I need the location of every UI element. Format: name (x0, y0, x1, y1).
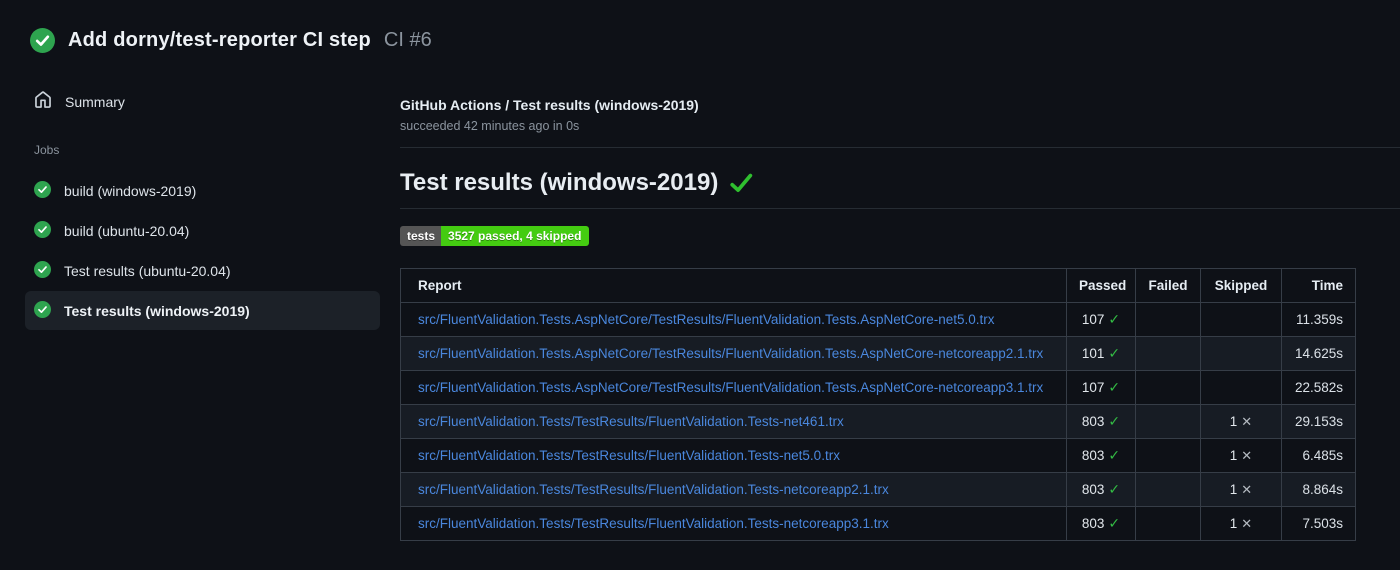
table-row: src/FluentValidation.Tests/TestResults/F… (400, 438, 1356, 473)
sidebar-job-item[interactable]: Test results (ubuntu-20.04) (25, 251, 380, 290)
report-file-link[interactable]: src/FluentValidation.Tests/TestResults/F… (418, 448, 840, 463)
time-cell: 22.582s (1281, 370, 1356, 405)
time-cell: 7.503s (1281, 506, 1356, 541)
table-header-row: Report Passed Failed Skipped Time (400, 268, 1356, 303)
test-results-table: Report Passed Failed Skipped Time src/Fl… (400, 268, 1356, 541)
job-list: build (windows-2019) build (ubuntu-20.04… (25, 171, 380, 330)
job-label: Test results (windows-2019) (64, 302, 250, 319)
success-check-icon (730, 173, 753, 193)
home-icon (34, 90, 52, 114)
column-header-skipped: Skipped (1200, 268, 1282, 303)
run-header: Add dorny/test-reporter CI step CI #6 (0, 0, 1400, 53)
report-file-link[interactable]: src/FluentValidation.Tests/TestResults/F… (418, 414, 844, 429)
sidebar: Summary Jobs build (windows-2019) build … (0, 53, 400, 331)
failed-cell (1135, 336, 1201, 371)
sidebar-job-item[interactable]: build (windows-2019) (25, 171, 380, 210)
check-run-status: succeeded 42 minutes ago in 0s (400, 119, 580, 133)
failed-cell (1135, 472, 1201, 507)
report-file-link[interactable]: src/FluentValidation.Tests/TestResults/F… (418, 482, 889, 497)
skipped-cell (1200, 370, 1282, 405)
sidebar-job-item[interactable]: Test results (windows-2019) (25, 291, 380, 330)
success-check-circle-icon (30, 28, 55, 53)
time-cell: 11.359s (1281, 302, 1356, 337)
sidebar-job-item[interactable]: build (ubuntu-20.04) (25, 211, 380, 250)
skipped-cell: 1 ✕ (1200, 472, 1282, 507)
skipped-cell: 1 ✕ (1200, 506, 1282, 541)
passed-cell: 803 ✓ (1066, 438, 1136, 473)
column-header-time: Time (1281, 268, 1356, 303)
time-cell: 14.625s (1281, 336, 1356, 371)
tests-badge-label: tests (400, 226, 442, 246)
failed-cell (1135, 302, 1201, 337)
table-row: src/FluentValidation.Tests.AspNetCore/Te… (400, 370, 1356, 405)
table-row: src/FluentValidation.Tests.AspNetCore/Te… (400, 302, 1356, 337)
tests-badge: tests 3527 passed, 4 skipped (400, 226, 590, 246)
time-cell: 29.153s (1281, 404, 1356, 439)
column-header-passed: Passed (1066, 268, 1136, 303)
success-check-circle-icon (34, 260, 51, 281)
table-row: src/FluentValidation.Tests/TestResults/F… (400, 506, 1356, 541)
failed-cell (1135, 370, 1201, 405)
success-check-circle-icon (34, 300, 51, 321)
report-file-link[interactable]: src/FluentValidation.Tests.AspNetCore/Te… (418, 346, 1043, 361)
report-title-row: Test results (windows-2019) (400, 169, 1400, 209)
report-file-link[interactable]: src/FluentValidation.Tests/TestResults/F… (418, 516, 889, 531)
table-row: src/FluentValidation.Tests.AspNetCore/Te… (400, 336, 1356, 371)
table-row: src/FluentValidation.Tests/TestResults/F… (400, 404, 1356, 439)
main-content: GitHub Actions / Test results (windows-2… (400, 53, 1400, 541)
success-check-circle-icon (34, 220, 51, 241)
passed-cell: 101 ✓ (1066, 336, 1136, 371)
failed-cell (1135, 506, 1201, 541)
passed-cell: 107 ✓ (1066, 370, 1136, 405)
run-number: CI #6 (383, 29, 432, 51)
skipped-cell (1200, 336, 1282, 371)
jobs-section-label: Jobs (34, 143, 60, 157)
sidebar-summary-label: Summary (65, 94, 125, 110)
sidebar-item-summary[interactable]: Summary (25, 89, 380, 115)
column-header-failed: Failed (1135, 268, 1201, 303)
report-title: Test results (windows-2019) (400, 169, 719, 196)
run-title: Add dorny/test-reporter CI step (68, 29, 371, 51)
job-label: Test results (ubuntu-20.04) (64, 262, 231, 279)
report-file-link[interactable]: src/FluentValidation.Tests.AspNetCore/Te… (418, 312, 995, 327)
check-run-title: GitHub Actions / Test results (windows-2… (400, 97, 699, 113)
skipped-cell (1200, 302, 1282, 337)
table-row: src/FluentValidation.Tests/TestResults/F… (400, 472, 1356, 507)
skipped-cell: 1 ✕ (1200, 438, 1282, 473)
job-label: build (ubuntu-20.04) (64, 222, 190, 239)
time-cell: 8.864s (1281, 472, 1356, 507)
passed-cell: 107 ✓ (1066, 302, 1136, 337)
job-label: build (windows-2019) (64, 182, 197, 199)
report-file-link[interactable]: src/FluentValidation.Tests.AspNetCore/Te… (418, 380, 1043, 395)
failed-cell (1135, 438, 1201, 473)
skipped-cell: 1 ✕ (1200, 404, 1282, 439)
tests-badge-value: 3527 passed, 4 skipped (441, 226, 590, 246)
time-cell: 6.485s (1281, 438, 1356, 473)
success-check-circle-icon (34, 180, 51, 201)
failed-cell (1135, 404, 1201, 439)
passed-cell: 803 ✓ (1066, 472, 1136, 507)
passed-cell: 803 ✓ (1066, 506, 1136, 541)
check-run-header: GitHub Actions / Test results (windows-2… (400, 97, 1400, 148)
passed-cell: 803 ✓ (1066, 404, 1136, 439)
column-header-report: Report (400, 268, 1067, 303)
